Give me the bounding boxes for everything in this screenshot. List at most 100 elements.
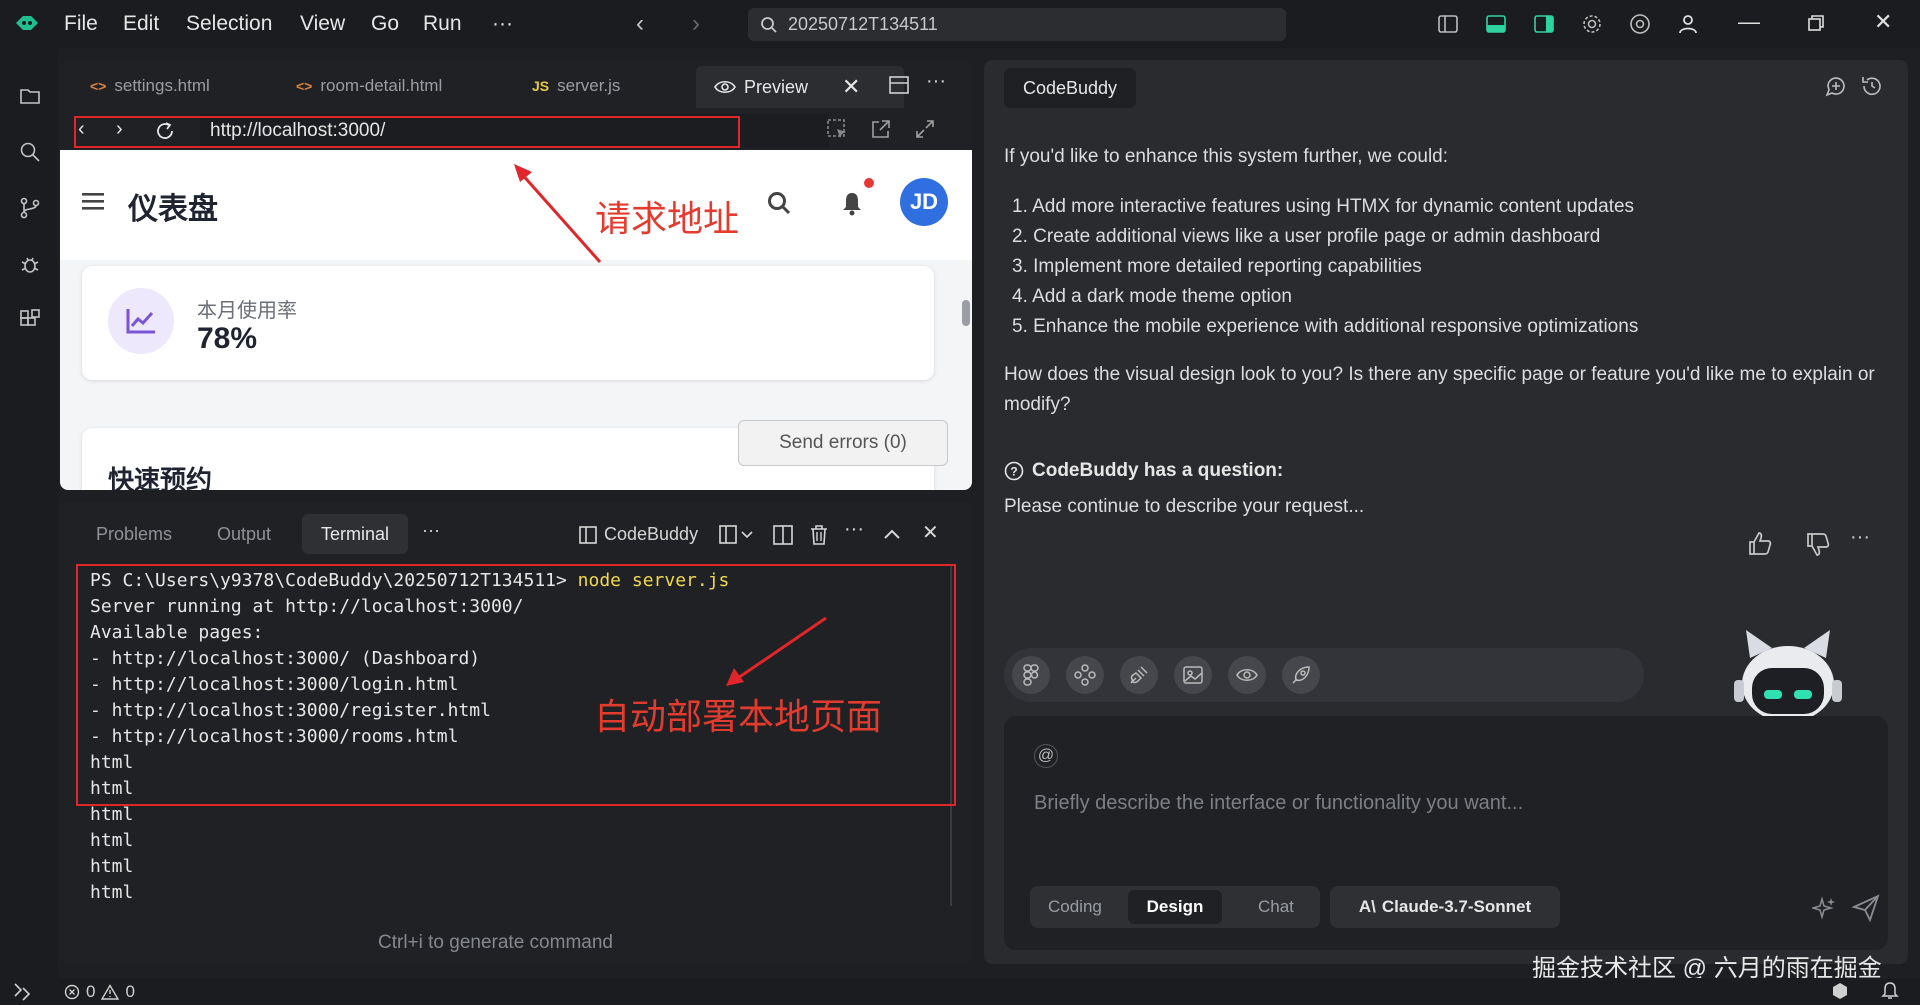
minimize-icon[interactable]: —	[1738, 9, 1760, 35]
warning-icon	[101, 984, 120, 1000]
feedback-more-icon[interactable]: ···	[1850, 526, 1878, 554]
figma-icon[interactable]	[1012, 656, 1050, 694]
tab-server-js[interactable]: JS server.js	[532, 76, 620, 96]
explorer-folder-icon[interactable]	[18, 84, 42, 108]
more-actions-icon[interactable]: ···	[926, 70, 948, 92]
split-terminal-dropdown-icon[interactable]	[718, 524, 756, 546]
inspect-select-icon[interactable]	[826, 118, 848, 140]
tab-terminal[interactable]: Terminal	[302, 514, 408, 554]
close-window-icon[interactable]: ✕	[1874, 9, 1892, 35]
mode-switcher: Coding Design Chat	[1030, 886, 1320, 928]
tab-settings-html[interactable]: <> settings.html	[90, 76, 210, 96]
menu-go[interactable]: Go	[371, 12, 399, 36]
command-search[interactable]: 20250712T134511	[748, 8, 1286, 41]
trash-icon[interactable]	[808, 524, 830, 546]
preview-eye-icon[interactable]	[1228, 656, 1266, 694]
error-icon	[64, 984, 80, 1000]
extensions-icon[interactable]	[18, 308, 42, 332]
annotation-deploy-label: 自动部署本地页面	[594, 696, 883, 737]
title-bar: File Edit Selection View Go Run ··· ‹ › …	[0, 0, 1920, 48]
app-logo-icon	[16, 16, 38, 30]
menu-run[interactable]: Run	[423, 12, 462, 36]
search-icon	[761, 16, 777, 33]
section-title: 快速预约	[108, 465, 213, 490]
components-icon[interactable]	[1066, 656, 1104, 694]
terminal-codebuddy-button[interactable]: CodeBuddy	[578, 524, 698, 545]
plug-icon[interactable]	[1120, 656, 1158, 694]
hamburger-menu-icon[interactable]	[82, 192, 104, 210]
menu-selection[interactable]: Selection	[186, 12, 272, 36]
mode-chat[interactable]: Chat	[1258, 897, 1294, 917]
terminal-more-icon[interactable]: ···	[844, 518, 864, 541]
open-external-icon[interactable]	[870, 118, 892, 140]
chevron-up-icon[interactable]	[882, 526, 902, 542]
new-chat-icon[interactable]	[1824, 74, 1848, 98]
mode-design[interactable]: Design	[1128, 890, 1222, 924]
codebuddy-terminal-label: CodeBuddy	[604, 524, 699, 544]
status-bar: 0 0	[0, 978, 1920, 1005]
nav-back-icon[interactable]: ‹	[636, 10, 644, 38]
notifications-bell-icon[interactable]	[1880, 981, 1900, 1001]
send-errors-button[interactable]: Send errors (0)	[738, 420, 948, 466]
menu-file[interactable]: File	[64, 12, 98, 36]
split-panel-icon[interactable]	[772, 524, 794, 546]
tab-output[interactable]: Output	[217, 524, 271, 545]
avatar[interactable]: JD	[900, 178, 948, 226]
html-icon: <>	[90, 78, 107, 94]
tab-room-detail-html[interactable]: <> room-detail.html	[296, 76, 442, 96]
notification-dot	[864, 178, 874, 188]
split-editor-icon[interactable]	[888, 74, 910, 96]
send-icon[interactable]	[1850, 892, 1882, 924]
chat-input-box[interactable]: @ Briefly describe the interface or func…	[1004, 716, 1888, 950]
remote-indicator-icon[interactable]	[12, 982, 34, 1002]
restore-icon[interactable]	[1806, 13, 1826, 33]
chat-intro: If you'd like to enhance this system fur…	[1004, 146, 1449, 167]
menu-view[interactable]: View	[300, 12, 345, 36]
notification-bell-icon[interactable]	[840, 190, 864, 216]
account-icon[interactable]	[1676, 12, 1700, 36]
menu-more[interactable]: ···	[492, 12, 513, 36]
toggle-panel-icon[interactable]	[1484, 12, 1508, 36]
browser-icon[interactable]	[1628, 12, 1652, 36]
js-icon: JS	[532, 78, 550, 94]
search-icon[interactable]	[766, 190, 792, 216]
extension-status-icon[interactable]	[1830, 981, 1850, 1001]
tab-codebuddy[interactable]: CodeBuddy	[1004, 68, 1136, 108]
terminal-line: html	[90, 830, 134, 851]
tab-problems[interactable]: Problems	[96, 524, 172, 545]
history-icon[interactable]	[1860, 74, 1884, 98]
thumbs-up-icon[interactable]	[1746, 530, 1774, 558]
sparkle-enhance-icon[interactable]	[1812, 896, 1836, 920]
chat-input-placeholder[interactable]: Briefly describe the interface or functi…	[1034, 792, 1523, 815]
menu-edit[interactable]: Edit	[123, 12, 159, 36]
list-item: 4. Add a dark mode theme option	[1012, 286, 1292, 307]
toggle-secondary-sidebar-icon[interactable]	[1532, 12, 1556, 36]
tab-label: room-detail.html	[320, 76, 443, 95]
maximize-preview-icon[interactable]	[914, 118, 936, 140]
usage-value: 78%	[197, 322, 258, 355]
settings-gear-icon[interactable]	[1580, 12, 1604, 36]
search-text: 20250712T134511	[788, 14, 938, 34]
error-count: 0	[86, 982, 96, 1001]
question-title: CodeBuddy has a question:	[1032, 460, 1284, 481]
image-upload-icon[interactable]	[1174, 656, 1212, 694]
source-control-icon[interactable]	[18, 196, 42, 220]
debug-bug-icon[interactable]	[18, 252, 42, 276]
thumbs-down-icon[interactable]	[1804, 530, 1832, 558]
tab-preview[interactable]: Preview	[696, 66, 904, 108]
toggle-sidebar-icon[interactable]	[1436, 12, 1460, 36]
nav-forward-icon[interactable]: ›	[692, 10, 700, 38]
terminal-line: html	[90, 804, 134, 825]
close-panel-icon[interactable]: ✕	[922, 520, 939, 545]
preview-scrollbar[interactable]	[962, 300, 970, 326]
deploy-rocket-icon[interactable]	[1282, 656, 1320, 694]
question-body: Please continue to describe your request…	[1004, 496, 1365, 517]
panel-more-icon[interactable]: ···	[422, 520, 440, 541]
mention-at-icon[interactable]: @	[1034, 744, 1058, 768]
editor-group: <> settings.html <> room-detail.html JS …	[60, 60, 972, 490]
search-sidebar-icon[interactable]	[18, 140, 42, 164]
status-problems[interactable]: 0 0	[64, 982, 135, 1002]
mode-coding[interactable]: Coding	[1048, 897, 1102, 917]
close-tab-icon[interactable]: ✕	[842, 74, 860, 100]
model-selector[interactable]: A\ Claude-3.7-Sonnet	[1330, 886, 1560, 928]
